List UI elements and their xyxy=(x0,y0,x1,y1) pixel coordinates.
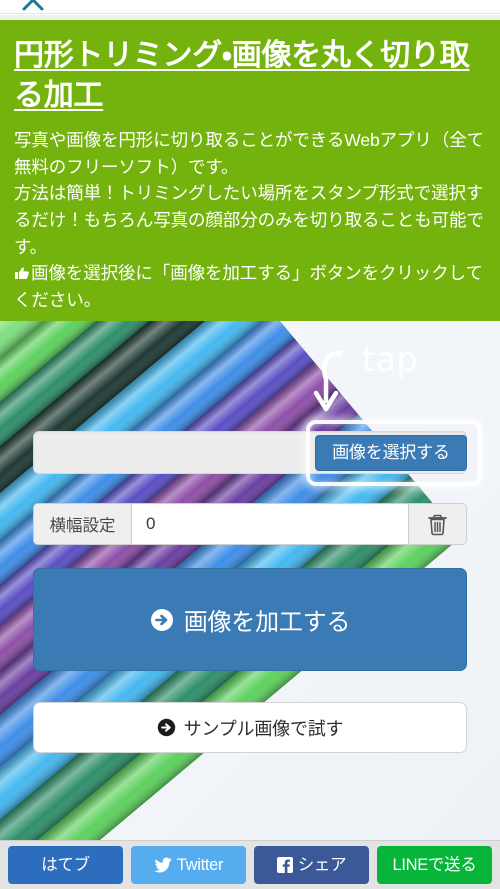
arrow-right-circle-icon xyxy=(157,718,175,737)
chevron-up-icon[interactable] xyxy=(22,0,44,12)
share-label-facebook: シェア xyxy=(297,855,347,874)
lead-line-3-wrapper: 画像を選択後に「画像を加工する」ボタンをクリックしてください。 xyxy=(14,260,486,313)
sample-image-label: サンプル画像で試す xyxy=(183,718,344,739)
app-root: 円形トリミング・画像を丸く切り取る加工 写真や画像を円形に切り取ることができるW… xyxy=(0,0,500,889)
width-setting-label: 横幅設定 xyxy=(34,504,132,544)
tap-annotation: tap xyxy=(313,340,418,412)
highlight-ring xyxy=(306,420,482,486)
pointing-hand-icon xyxy=(15,267,29,280)
upload-form: tap 画像を選択する 横幅設定 0 画像を加工する サンプル画像で試す xyxy=(0,321,500,841)
page-title: 円形トリミング・画像を丸く切り取る加工 xyxy=(14,39,470,112)
browser-top-bar xyxy=(0,0,500,14)
sample-image-button[interactable]: サンプル画像で試す xyxy=(33,702,467,753)
arrow-right-circle-icon xyxy=(150,608,173,631)
clear-width-button[interactable] xyxy=(408,504,466,544)
twitter-icon xyxy=(153,857,172,873)
width-setting-row: 横幅設定 0 xyxy=(33,503,467,545)
share-label-hatena: はてブ xyxy=(41,855,90,874)
share-label-twitter: Twitter xyxy=(176,855,224,874)
page-header: 円形トリミング・画像を丸く切り取る加工 写真や画像を円形に切り取ることができるW… xyxy=(0,20,500,321)
width-setting-input[interactable]: 0 xyxy=(132,504,408,544)
lead-line-2: 方法は簡単！トリミングしたい場所をスタンプ形式で選択するだけ！もちろん写真の顔部… xyxy=(14,183,484,257)
share-button-line[interactable]: LINEで送る xyxy=(377,846,492,884)
tap-label: tap xyxy=(362,340,418,380)
lead-line-3: 画像を選択後に「画像を加工する」ボタンをクリックしてください。 xyxy=(14,263,483,310)
share-button-hatena[interactable]: はてブ xyxy=(8,846,123,884)
page-description: 写真や画像を円形に切り取ることができるWebアプリ（全て無料のフリーソフト）です… xyxy=(14,127,486,313)
share-bar: はてブ Twitter シェア LINEで送る xyxy=(0,840,500,889)
share-label-line: LINEで送る xyxy=(392,855,477,874)
share-button-facebook[interactable]: シェア xyxy=(254,846,369,884)
lead-line-1: 写真や画像を円形に切り取ることができるWebアプリ（全て無料のフリーソフト）です… xyxy=(14,130,485,177)
facebook-icon xyxy=(276,857,293,873)
process-image-button[interactable]: 画像を加工する xyxy=(33,568,467,671)
trash-icon xyxy=(428,514,447,535)
share-button-twitter[interactable]: Twitter xyxy=(131,846,246,884)
process-image-label: 画像を加工する xyxy=(183,609,351,636)
